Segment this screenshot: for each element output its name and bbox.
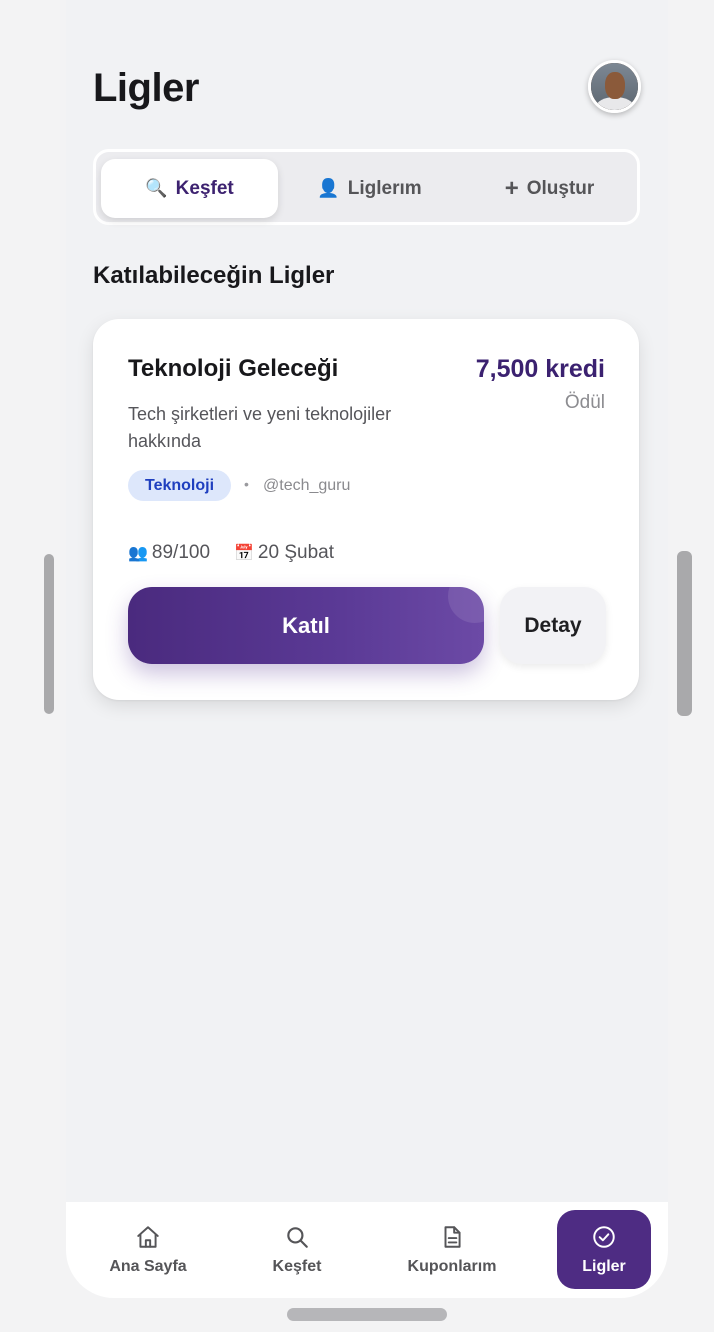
document-icon: [444, 1226, 461, 1248]
home-indicator[interactable]: [287, 1308, 447, 1321]
members-stat: 👥 89/100: [128, 542, 210, 564]
tab-olustur[interactable]: + Oluştur: [461, 159, 638, 218]
nav-ligler[interactable]: Ligler: [557, 1210, 651, 1289]
league-title: Teknoloji Geleceği: [128, 355, 339, 382]
nav-label: Ligler: [582, 1257, 626, 1275]
members-count: 89/100: [151, 542, 211, 563]
category-badge: Teknoloji: [128, 470, 232, 501]
date-stat: 📅 20 Şubat: [234, 542, 334, 564]
plus-icon: +: [504, 174, 519, 202]
tab-label: Oluştur: [526, 177, 595, 199]
people-icon: 👥: [128, 545, 148, 562]
calendar-icon: 📅: [234, 545, 254, 562]
tab-label: Liglerım: [347, 177, 422, 199]
tab-label: Keşfet: [175, 177, 234, 199]
avatar[interactable]: [588, 60, 641, 113]
section-title: Katılabileceğin Ligler: [93, 262, 335, 289]
nav-kesfet[interactable]: Keşfet: [249, 1210, 345, 1290]
join-button[interactable]: Katıl: [128, 587, 484, 664]
tab-liglerim[interactable]: 👤 Liglerım: [281, 159, 458, 218]
search-icon: 🔍: [145, 178, 168, 198]
tab-bar: 🔍 Keşfet 👤 Liglerım + Oluştur: [93, 149, 640, 225]
nav-label: Kuponlarım: [407, 1258, 497, 1275]
phone-screen: Ligler 🔍 Keşfet 👤 Liglerım + Oluştur Kat…: [66, 0, 668, 1298]
right-scroll-handle[interactable]: [677, 551, 692, 716]
separator-dot: •: [244, 476, 249, 492]
person-icon: 👤: [317, 178, 340, 198]
join-label: Katıl: [282, 612, 330, 638]
tab-kesfet[interactable]: 🔍 Keşfet: [101, 159, 278, 218]
badge-check-icon: [593, 1225, 615, 1248]
search-icon: [287, 1227, 308, 1248]
bottom-nav: Ana Sayfa Keşfet Kuponlarım Ligler: [66, 1202, 668, 1298]
detail-label: Detay: [524, 613, 582, 637]
creator-handle[interactable]: @tech_guru: [263, 477, 350, 495]
nav-label: Keşfet: [272, 1258, 322, 1275]
detail-button[interactable]: Detay: [500, 587, 606, 664]
nav-kuponlarim[interactable]: Kuponlarım: [404, 1210, 500, 1290]
league-card[interactable]: Teknoloji Geleceği 7,500 kredi Ödül Tech…: [93, 319, 639, 700]
page-title: Ligler: [93, 66, 199, 110]
left-scroll-handle[interactable]: [44, 554, 54, 714]
nav-ana-sayfa[interactable]: Ana Sayfa: [100, 1210, 196, 1290]
home-icon: [137, 1226, 159, 1248]
nav-label: Ana Sayfa: [109, 1258, 187, 1275]
prize-label: Ödül: [564, 392, 605, 413]
league-prize: 7,500 kredi: [475, 355, 605, 383]
league-date: 20 Şubat: [257, 542, 334, 563]
league-description: Tech şirketleri ve yeni teknolojiler hak…: [128, 404, 392, 451]
